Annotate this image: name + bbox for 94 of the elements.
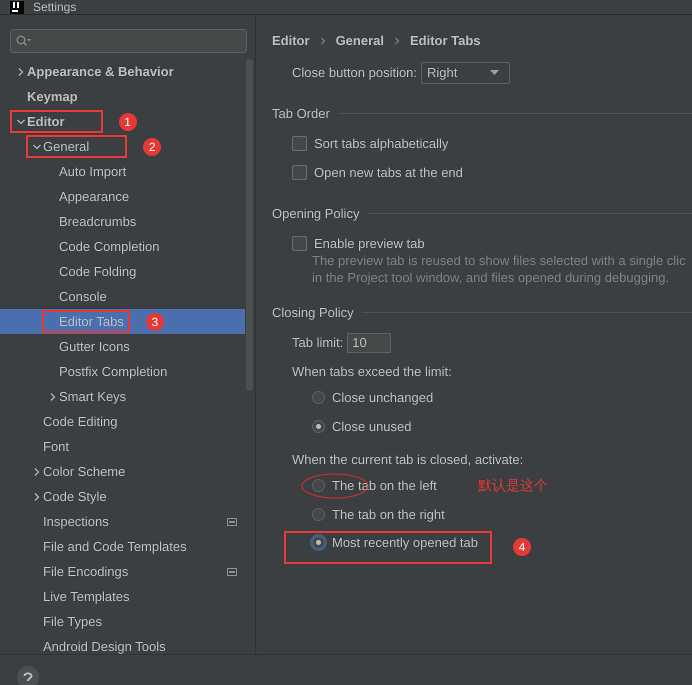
radio-button[interactable] xyxy=(312,479,325,492)
tree-label: Console xyxy=(59,289,107,304)
tree-item[interactable]: General 2 xyxy=(0,134,245,159)
tree-label: Font xyxy=(43,439,70,454)
tree-label: Smart Keys xyxy=(59,389,126,404)
tree-label: Android Design Tools xyxy=(43,639,166,654)
tree-label: Live Templates xyxy=(43,589,130,604)
search-icon xyxy=(16,35,32,47)
hint-text: The preview tab is reused to show files selected with a single clic xyxy=(312,252,687,269)
tree-item[interactable]: Font xyxy=(0,434,245,459)
checkbox-label: Enable preview tab xyxy=(314,236,425,251)
step-badge: 2 xyxy=(143,138,162,156)
question-mark-icon xyxy=(21,671,35,683)
checkbox-label: Open new tabs at the end xyxy=(314,165,463,180)
tree-label: Editor xyxy=(27,114,65,129)
group-label: When the current tab is closed, activate: xyxy=(292,451,524,469)
tree-label: File Encodings xyxy=(43,564,128,579)
tree-item[interactable]: Code Completion xyxy=(0,234,245,259)
tree-item[interactable]: Keymap xyxy=(0,84,245,109)
checkbox[interactable] xyxy=(292,236,307,251)
hint-text: in the Project tool window, and files opened during debugging. xyxy=(312,269,670,286)
tree-label: Appearance & Behavior xyxy=(27,64,174,79)
tree-label: Code Style xyxy=(43,489,107,504)
field-label: Tab limit: xyxy=(292,335,344,350)
tree-label: Editor Tabs xyxy=(59,314,124,329)
tree-label: Postfix Completion xyxy=(59,364,168,379)
tree-item[interactable]: File and Code Templates xyxy=(0,534,245,559)
section-title: Tab Order xyxy=(272,106,330,120)
tree-item[interactable]: Editor Tabs 3 xyxy=(0,309,245,334)
tree-label: File Types xyxy=(43,614,102,629)
section-title: Opening Policy xyxy=(272,206,360,220)
radio-label: Most recently opened tab xyxy=(332,535,478,550)
section-title: Closing Policy xyxy=(272,304,354,320)
radio-button[interactable] xyxy=(312,420,325,433)
radio-label: Close unused xyxy=(332,419,412,434)
tree-item[interactable]: Breadcrumbs xyxy=(0,209,245,234)
tree-item[interactable]: File Encodings xyxy=(0,559,245,584)
tree-item[interactable]: Auto Import xyxy=(0,159,245,184)
breadcrumb-item[interactable]: Editor Tabs xyxy=(410,33,481,48)
radio-label: The tab on the right xyxy=(332,507,445,522)
tree-item[interactable]: Code Style xyxy=(0,484,245,509)
tree-label: Code Completion xyxy=(59,239,160,254)
radio-button[interactable] xyxy=(312,508,325,521)
tree-label: Gutter Icons xyxy=(59,339,130,354)
tree-item[interactable]: Postfix Completion xyxy=(0,359,245,384)
tree-item[interactable]: File Types xyxy=(0,609,245,634)
tree-item[interactable]: Editor 1 xyxy=(0,109,245,134)
tree-item[interactable]: Gutter Icons xyxy=(0,334,245,359)
app-logo-icon xyxy=(10,0,24,14)
breadcrumb-item[interactable]: Editor xyxy=(272,33,310,48)
tree-item[interactable]: Code Editing xyxy=(0,409,245,434)
tree-label: Inspections xyxy=(43,514,109,529)
tree-item[interactable]: Console xyxy=(0,284,245,309)
tree-item[interactable]: Appearance & Behavior xyxy=(0,59,245,84)
breadcrumb-item[interactable]: General xyxy=(336,33,384,48)
tree-label: Code Folding xyxy=(59,264,136,279)
field-label: Close button position: xyxy=(292,65,418,80)
radio-button[interactable] xyxy=(312,391,325,404)
position-dropdown[interactable]: Right xyxy=(421,62,510,84)
radio-label: Close unchanged xyxy=(332,390,434,405)
checkbox[interactable] xyxy=(292,165,307,180)
tree-label: File and Code Templates xyxy=(43,539,187,554)
checkbox-label: Sort tabs alphabetically xyxy=(314,136,448,151)
step-badge: 3 xyxy=(146,312,164,330)
tree-item[interactable]: Android Design Tools xyxy=(0,634,245,654)
search-field[interactable] xyxy=(10,29,247,53)
tree-label: Code Editing xyxy=(43,414,118,429)
dropdown-arrow-icon xyxy=(490,70,500,75)
scrollbar-thumb[interactable] xyxy=(246,59,253,391)
tree-label: Color Scheme xyxy=(43,464,126,479)
group-label: When tabs exceed the limit: xyxy=(292,363,453,381)
tree-label: Auto Import xyxy=(59,164,126,179)
tree-item[interactable]: Color Scheme xyxy=(0,459,245,484)
tree-label: Breadcrumbs xyxy=(59,214,136,229)
tree-item[interactable]: Appearance xyxy=(0,184,245,209)
tree-item[interactable]: Smart Keys xyxy=(0,384,245,409)
chevron-down-icon[interactable] xyxy=(16,116,27,126)
tree-label: Keymap xyxy=(27,89,78,104)
chevron-down-icon[interactable] xyxy=(32,142,43,152)
tab-limit-field[interactable]: 10 xyxy=(347,332,392,352)
chevron-right-icon xyxy=(394,36,400,44)
tree-item[interactable]: Code Folding xyxy=(0,259,245,284)
tree-item[interactable]: Inspections xyxy=(0,509,245,534)
annotation-note: 默认是这个 xyxy=(478,476,548,494)
radio-button[interactable] xyxy=(312,536,325,549)
checkbox[interactable] xyxy=(292,136,307,151)
step-badge: 4 xyxy=(512,538,531,556)
tree-label: General xyxy=(43,139,90,154)
chevron-right-icon xyxy=(320,36,326,44)
help-button[interactable] xyxy=(17,666,39,685)
tree-label: Appearance xyxy=(59,189,130,204)
step-badge: 1 xyxy=(118,112,137,130)
tree-item[interactable]: Live Templates xyxy=(0,584,245,609)
window-title: Settings xyxy=(33,0,76,14)
